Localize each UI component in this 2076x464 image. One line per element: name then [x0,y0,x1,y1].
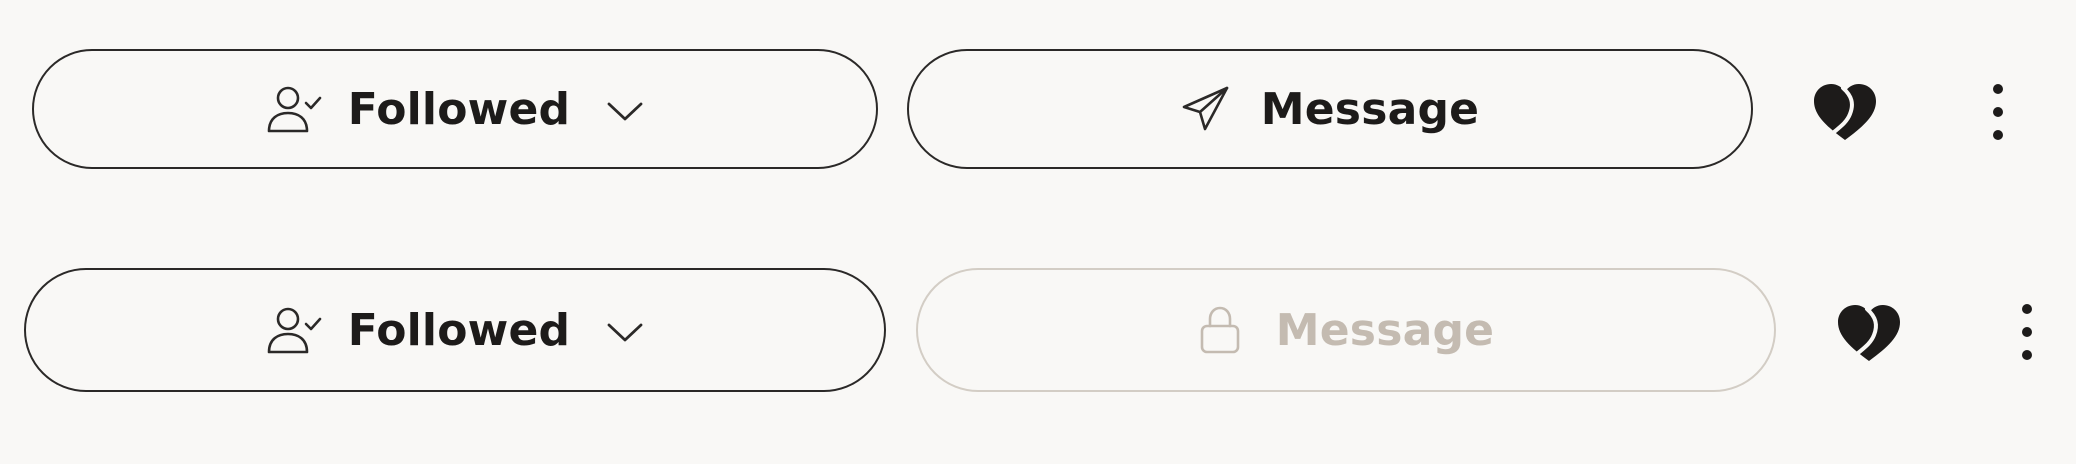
more-options-icon[interactable] [1978,77,2018,147]
profile-actions-row-2: Followed Message [0,268,2076,392]
followed-button[interactable]: Followed [32,49,878,169]
lock-icon [1198,305,1242,355]
message-button-locked: Message [916,268,1776,392]
message-button[interactable]: Message [907,49,1753,169]
profile-actions-row-1: Followed Message [0,49,2076,173]
chevron-down-icon [606,99,644,123]
broken-heart-icon[interactable] [1833,300,1905,366]
followed-button[interactable]: Followed [24,268,886,392]
user-check-icon [266,84,324,134]
chevron-down-icon [606,320,644,344]
send-icon [1181,85,1231,133]
broken-heart-icon[interactable] [1809,79,1881,145]
user-check-icon [266,305,324,355]
followed-button-label: Followed [347,304,571,356]
message-button-label: Message [1260,83,1480,135]
followed-button-label: Followed [347,83,571,135]
message-button-label: Message [1275,304,1495,356]
more-options-icon[interactable] [2007,297,2047,367]
